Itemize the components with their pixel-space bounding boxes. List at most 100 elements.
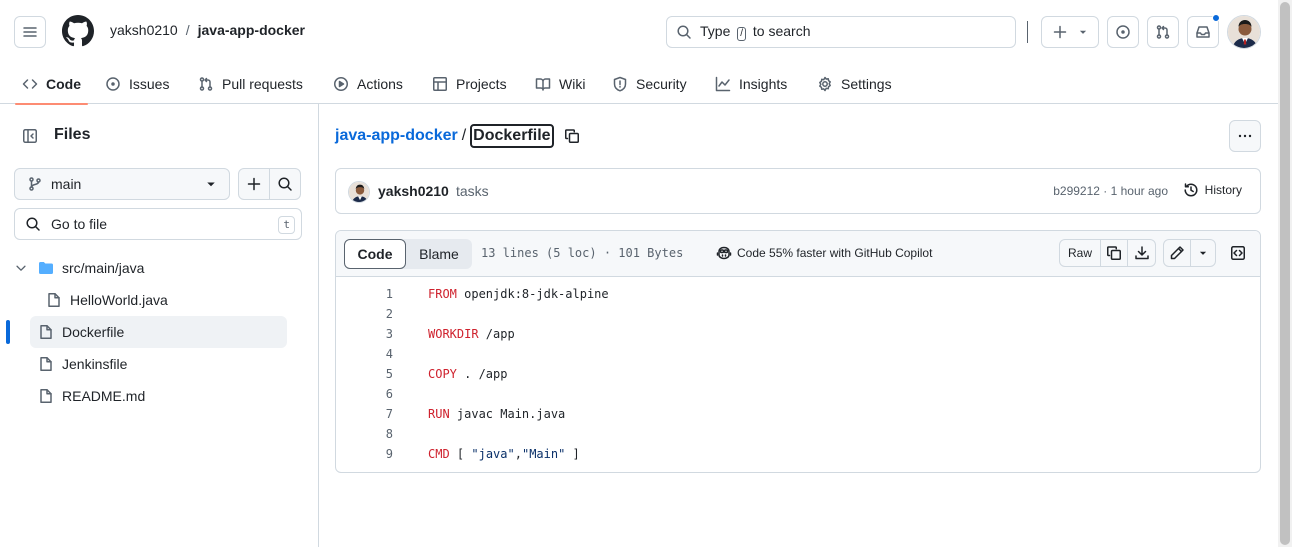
code-line: 6 — [336, 384, 1260, 404]
folder-icon — [39, 262, 53, 274]
path-file-name: Dockerfile — [470, 124, 554, 148]
search-input[interactable]: Type / to search — [666, 16, 1016, 48]
search-icon — [26, 217, 40, 231]
tab-label: Insights — [739, 76, 788, 92]
tree-item-label: HelloWorld.java — [70, 292, 168, 308]
line-number[interactable]: 8 — [336, 424, 393, 444]
issue-icon — [1116, 25, 1130, 39]
line-content: RUN javac Main.java — [428, 404, 565, 424]
line-number[interactable]: 4 — [336, 344, 393, 364]
caret-down-icon — [1199, 251, 1207, 255]
sidebar-title: Files — [54, 126, 91, 143]
line-content: CMD [ "java","Main" ] — [428, 444, 580, 464]
line-number[interactable]: 6 — [336, 384, 393, 404]
history-button[interactable]: History — [1183, 182, 1242, 198]
tree-file-helloworld-java[interactable]: HelloWorld.java — [46, 284, 287, 316]
menu-button[interactable] — [14, 16, 46, 48]
tab-label: Settings — [841, 76, 892, 92]
owner-link[interactable]: yaksh0210 — [110, 22, 178, 38]
file-icon — [48, 293, 60, 307]
keyword: COPY — [428, 367, 457, 381]
file-viewer: Code Blame 13 lines (5 loc) · 101 Bytes … — [335, 230, 1261, 473]
tree-file-dockerfile[interactable]: Dockerfile — [30, 316, 287, 348]
edit-file-button[interactable] — [1164, 240, 1191, 266]
code-view-button[interactable]: Code — [344, 239, 406, 269]
history-label: History — [1204, 183, 1242, 197]
tab-security[interactable]: Security — [612, 64, 687, 104]
line-number[interactable]: 2 — [336, 304, 393, 324]
go-to-file-placeholder: Go to file — [51, 216, 108, 232]
tab-label: Issues — [129, 76, 170, 92]
blame-view-button[interactable]: Blame — [406, 239, 472, 269]
raw-copy-download-group: Raw — [1059, 239, 1156, 267]
search-shortcut-key: / — [737, 27, 747, 41]
tab-label: Projects — [456, 76, 507, 92]
copy-raw-button[interactable] — [1101, 240, 1128, 266]
line-number[interactable]: 5 — [336, 364, 393, 384]
user-avatar[interactable] — [1227, 15, 1261, 49]
latest-commit-bar: yaksh0210 tasks b299212 · 1 hour ago His… — [335, 168, 1261, 214]
line-number[interactable]: 3 — [336, 324, 393, 344]
line-number[interactable]: 1 — [336, 284, 393, 304]
tab-pull-requests[interactable]: Pull requests — [198, 64, 303, 104]
path-separator: / — [461, 127, 467, 144]
commit-meta[interactable]: b299212 · 1 hour ago — [1053, 184, 1168, 198]
header-divider — [1027, 21, 1028, 43]
tab-insights[interactable]: Insights — [715, 64, 787, 104]
tab-issues[interactable]: Issues — [105, 64, 169, 104]
edit-options-button[interactable] — [1191, 240, 1215, 266]
symbols-panel-button[interactable] — [1224, 239, 1252, 267]
history-icon — [1184, 183, 1198, 197]
issue-icon — [106, 77, 120, 91]
tree-folder-src-main-java[interactable]: src/main/java — [14, 252, 287, 284]
copilot-promo-link[interactable]: Code 55% faster with GitHub Copilot — [716, 245, 932, 261]
keyword: RUN — [428, 407, 450, 421]
pull-requests-button[interactable] — [1147, 16, 1179, 48]
breadcrumb-separator: / — [185, 22, 190, 38]
branch-selector[interactable]: main — [14, 168, 230, 200]
file-icon — [40, 325, 52, 339]
tab-settings[interactable]: Settings — [817, 64, 892, 104]
code-line: 3 WORKDIR /app — [336, 324, 1260, 344]
tab-projects[interactable]: Projects — [432, 64, 507, 104]
page-scrollbar[interactable] — [1278, 0, 1292, 547]
path-repo-link[interactable]: java-app-docker — [335, 127, 458, 145]
tab-wiki[interactable]: Wiki — [535, 64, 585, 104]
create-new-button[interactable] — [1041, 16, 1099, 48]
github-logo-icon[interactable] — [62, 15, 94, 47]
tab-actions[interactable]: Actions — [333, 64, 403, 104]
code-line: 4 — [336, 344, 1260, 364]
kebab-horizontal-icon — [1238, 134, 1252, 138]
line-number[interactable]: 7 — [336, 404, 393, 424]
code-text: , — [514, 447, 522, 461]
line-content: FROM openjdk:8-jdk-alpine — [428, 284, 609, 304]
download-button[interactable] — [1128, 240, 1155, 266]
search-files-button[interactable] — [269, 168, 301, 200]
code-line: 9 CMD [ "java","Main" ] — [336, 444, 1260, 464]
chevron-down-icon — [16, 265, 26, 271]
tab-code[interactable]: Code — [15, 64, 88, 105]
add-file-button[interactable] — [238, 168, 270, 200]
line-number[interactable]: 9 — [336, 444, 393, 464]
commit-message[interactable]: tasks — [456, 183, 489, 199]
hamburger-icon — [23, 27, 37, 37]
tab-label: Pull requests — [222, 76, 303, 92]
tree-file-readme[interactable]: README.md — [38, 380, 287, 412]
issues-button[interactable] — [1107, 16, 1139, 48]
go-to-file-input[interactable]: Go to file t — [14, 208, 302, 240]
collapse-sidebar-button[interactable] — [14, 120, 46, 152]
copy-path-icon[interactable] — [564, 128, 580, 144]
line-content: COPY . /app — [428, 364, 507, 384]
file-path-breadcrumb: java-app-docker / Dockerfile — [335, 124, 580, 148]
commit-author[interactable]: yaksh0210 — [378, 183, 449, 199]
file-tree-sidebar: Files main Go to file t src/main/java He… — [0, 104, 319, 547]
code-line: 7 RUN javac Main.java — [336, 404, 1260, 424]
tree-file-jenkinsfile[interactable]: Jenkinsfile — [38, 348, 287, 380]
tree-item-label: README.md — [62, 388, 146, 404]
scrollbar-thumb[interactable] — [1280, 2, 1290, 545]
raw-button[interactable]: Raw — [1060, 240, 1101, 266]
commit-author-avatar[interactable] — [348, 181, 370, 203]
more-options-button[interactable] — [1229, 120, 1261, 152]
repo-link[interactable]: java-app-docker — [198, 22, 305, 38]
keyword: CMD — [428, 447, 450, 461]
